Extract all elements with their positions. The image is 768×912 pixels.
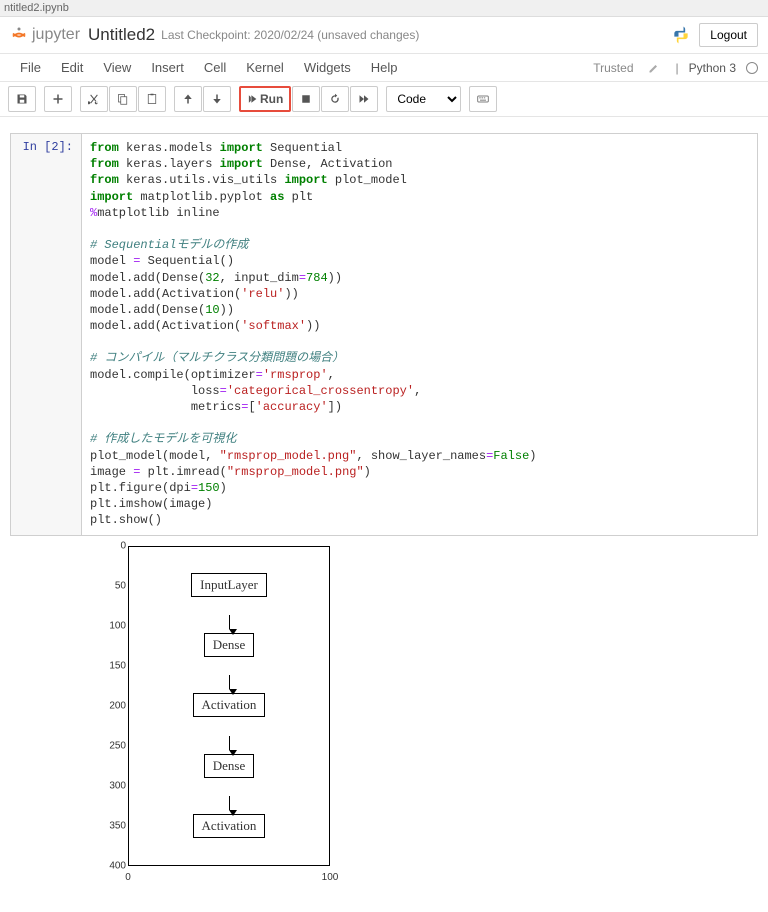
cut-icon xyxy=(88,93,100,105)
y-axis: 0 50 100 150 200 250 300 350 400 xyxy=(100,546,128,866)
paste-icon xyxy=(146,93,158,105)
insert-cell-button[interactable] xyxy=(44,86,72,112)
cell-output: 0 50 100 150 200 250 300 350 400 InputLa… xyxy=(80,536,758,896)
cut-button[interactable] xyxy=(80,86,108,112)
save-button[interactable] xyxy=(8,86,36,112)
checkpoint-text: Last Checkpoint: 2020/02/24 (unsaved cha… xyxy=(161,28,419,42)
diagram-node: Activation xyxy=(193,814,266,838)
menu-file[interactable]: File xyxy=(10,56,51,79)
restart-run-all-button[interactable] xyxy=(350,86,378,112)
save-icon xyxy=(16,93,28,105)
restart-icon xyxy=(329,93,341,105)
keyboard-icon xyxy=(477,93,489,105)
move-down-button[interactable] xyxy=(203,86,231,112)
interrupt-button[interactable] xyxy=(292,86,320,112)
menu-insert[interactable]: Insert xyxy=(141,56,194,79)
stop-icon xyxy=(300,93,312,105)
run-button[interactable]: Run xyxy=(239,86,291,112)
plot-area: InputLayer Dense Activation Dense Activa… xyxy=(128,546,330,866)
diagram-node: Activation xyxy=(193,693,266,717)
code-cell[interactable]: In [2]: from keras.models import Sequent… xyxy=(10,133,758,536)
notebook-header: jupyter Untitled2 Last Checkpoint: 2020/… xyxy=(0,17,768,54)
command-palette-button[interactable] xyxy=(469,86,497,112)
notebook-container: In [2]: from keras.models import Sequent… xyxy=(0,117,768,912)
paste-button[interactable] xyxy=(138,86,166,112)
toolbar: Run Code xyxy=(0,82,768,117)
model-diagram: 0 50 100 150 200 250 300 350 400 InputLa… xyxy=(100,546,330,886)
menu-kernel[interactable]: Kernel xyxy=(236,56,294,79)
x-axis: 0 100 xyxy=(128,872,330,886)
kernel-indicator-icon xyxy=(746,62,758,74)
jupyter-logo-text: jupyter xyxy=(32,26,80,44)
fast-forward-icon xyxy=(358,93,370,105)
menu-view[interactable]: View xyxy=(93,56,141,79)
arrow-down-icon xyxy=(211,93,223,105)
cell-prompt: In [2]: xyxy=(11,134,81,535)
jupyter-icon xyxy=(10,26,28,44)
browser-tab: ntitled2.ipynb xyxy=(0,0,768,17)
menu-widgets[interactable]: Widgets xyxy=(294,56,361,79)
diagram-node: Dense xyxy=(204,754,255,778)
cell-type-select[interactable]: Code xyxy=(386,86,461,112)
trusted-indicator: Trusted xyxy=(593,61,633,75)
arrow-up-icon xyxy=(182,93,194,105)
pencil-icon xyxy=(648,62,660,74)
kernel-name[interactable]: Python 3 xyxy=(689,61,736,75)
diagram-node: InputLayer xyxy=(191,573,267,597)
plus-icon xyxy=(52,93,64,105)
code-editor[interactable]: from keras.models import Sequential from… xyxy=(81,134,757,535)
move-up-button[interactable] xyxy=(174,86,202,112)
menu-help[interactable]: Help xyxy=(361,56,408,79)
run-label: Run xyxy=(260,92,283,106)
menu-bar: File Edit View Insert Cell Kernel Widget… xyxy=(0,54,768,82)
copy-button[interactable] xyxy=(109,86,137,112)
logout-button[interactable]: Logout xyxy=(699,23,758,47)
menu-cell[interactable]: Cell xyxy=(194,56,236,79)
copy-icon xyxy=(117,93,129,105)
notebook-title[interactable]: Untitled2 xyxy=(88,25,155,45)
python-icon xyxy=(671,25,691,45)
restart-button[interactable] xyxy=(321,86,349,112)
menu-edit[interactable]: Edit xyxy=(51,56,93,79)
jupyter-logo[interactable]: jupyter xyxy=(10,26,80,44)
diagram-node: Dense xyxy=(204,633,255,657)
run-icon xyxy=(247,94,257,104)
